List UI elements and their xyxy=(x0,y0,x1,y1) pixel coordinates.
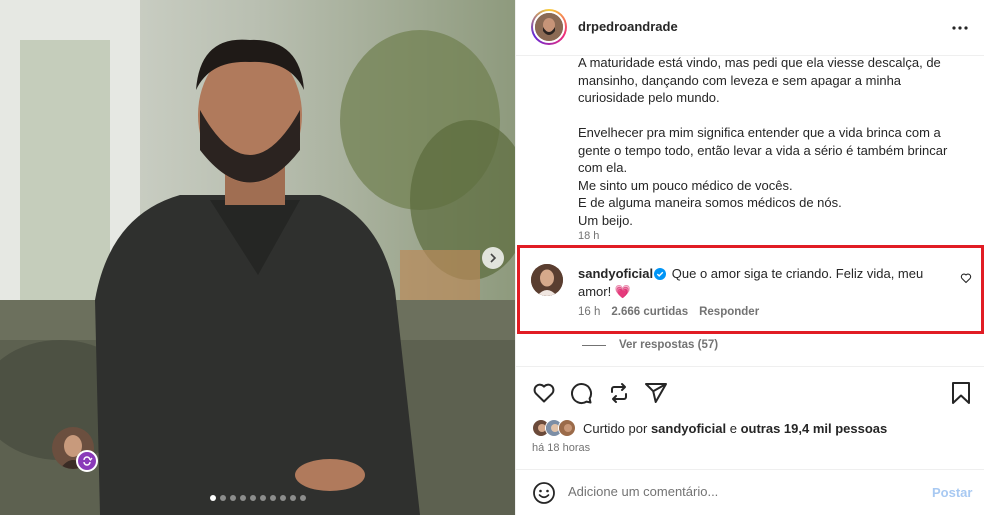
like-icon[interactable] xyxy=(532,381,556,405)
send-icon[interactable] xyxy=(644,381,668,405)
view-replies-button[interactable]: Ver respostas (57) xyxy=(582,339,718,351)
add-comment-bar: Postar xyxy=(516,469,984,515)
carousel-dot xyxy=(219,495,226,501)
commenter-username[interactable]: sandyoficial xyxy=(578,266,653,281)
carousel-dot xyxy=(289,495,296,501)
comment-icon[interactable] xyxy=(569,381,593,405)
carousel-dot xyxy=(239,495,246,501)
comment-likes-count[interactable]: 2.666 curtidas xyxy=(611,306,688,318)
caption-timestamp[interactable]: 18 h xyxy=(578,230,599,242)
reply-button[interactable]: Responder xyxy=(699,306,759,318)
collab-icon xyxy=(76,450,98,472)
liked-by-others[interactable]: outras 19,4 mil pessoas xyxy=(741,421,888,436)
emoji-icon[interactable] xyxy=(532,481,556,505)
carousel-dot xyxy=(269,495,276,501)
verified-icon xyxy=(654,268,667,280)
view-replies-label: Ver respostas (57) xyxy=(619,339,719,351)
collab-avatar[interactable] xyxy=(52,427,98,472)
caption-line: Me sinto um pouco médico de vocês. xyxy=(578,177,793,193)
post-comment-button[interactable]: Postar xyxy=(932,485,972,500)
liked-by-user[interactable]: sandyoficial xyxy=(651,421,726,436)
author-username[interactable]: drpedroandrade xyxy=(578,19,678,34)
chevron-right-icon xyxy=(490,253,497,263)
caption-line: A maturidade está vindo, mas pedi que el… xyxy=(578,55,941,70)
carousel-dot xyxy=(209,495,216,501)
caption-line: com ela. xyxy=(578,160,628,175)
comment-input[interactable] xyxy=(568,484,908,499)
caption-line: Envelhecer pra mim significa entender qu… xyxy=(578,125,941,140)
carousel-dot xyxy=(259,495,266,501)
caption-line: curiosidade pelo mundo. xyxy=(578,90,720,105)
carousel-dots xyxy=(0,495,515,501)
post-side-panel: drpedroandrade A maturidade está vindo, … xyxy=(515,0,984,515)
post-view: drpedroandrade A maturidade está vindo, … xyxy=(0,0,984,515)
post-media[interactable] xyxy=(0,0,515,515)
comment-text: sandyoficial Que o amor siga te criando.… xyxy=(578,265,948,301)
more-horizontal-icon[interactable] xyxy=(950,18,970,38)
carousel-dot xyxy=(279,495,286,501)
comment-timestamp[interactable]: 16 h xyxy=(578,306,600,318)
save-icon[interactable] xyxy=(950,381,972,405)
heart-emoji: 💗 xyxy=(614,284,632,299)
liked-by-and: e xyxy=(729,421,737,436)
replies-divider xyxy=(582,344,606,346)
post-caption: A maturidade está vindo, mas pedi que el… xyxy=(578,54,968,229)
liked-by-prefix: Curtido por xyxy=(583,421,648,436)
post-header: drpedroandrade xyxy=(516,0,984,56)
author-avatar[interactable] xyxy=(531,9,567,45)
post-timestamp[interactable]: há 18 horas xyxy=(532,442,590,454)
caption-line: Um beijo. xyxy=(578,212,633,228)
share-icon[interactable] xyxy=(607,381,631,405)
caption-line: E de alguma maneira somos médicos de nós… xyxy=(578,195,842,210)
liker-avatar xyxy=(558,419,576,437)
caption-line: mansinho, dançando com leveza e sem apag… xyxy=(578,72,902,88)
carousel-dot xyxy=(299,495,306,501)
next-slide-button[interactable] xyxy=(482,247,504,269)
comment-meta: 16 h 2.666 curtidas Responder xyxy=(578,306,759,318)
commenter-avatar[interactable] xyxy=(531,264,563,296)
carousel-dot xyxy=(249,495,256,501)
liker-avatars[interactable] xyxy=(532,419,576,437)
carousel-dot xyxy=(229,495,236,501)
heart-outline-icon[interactable] xyxy=(960,272,972,284)
comment-body-line1: Que o amor siga te criando. Feliz vida, … xyxy=(671,266,924,281)
comment-body-line2: amor! xyxy=(578,284,612,299)
liked-by-text: Curtido por sandyoficial e outras 19,4 m… xyxy=(583,421,887,436)
caption-line: gente o tempo todo, então levar a vida a… xyxy=(578,142,948,158)
